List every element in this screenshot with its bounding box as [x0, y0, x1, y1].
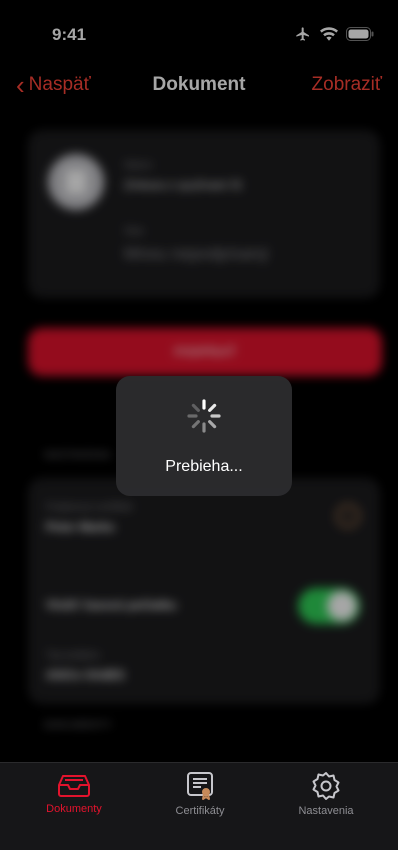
toggle-knob — [327, 591, 357, 621]
status-time: 9:41 — [52, 25, 87, 44]
inbox-tray-icon — [58, 775, 90, 797]
settings-card: Podpisový certifikát Peter Marko i Vloži… — [28, 478, 380, 704]
status-bar: 9:41 — [0, 0, 398, 60]
state-value: Mnou nepodpísaný — [124, 244, 269, 263]
status-icons — [294, 26, 374, 42]
signature-type-label: Typ podpisu — [46, 650, 100, 661]
document-info-card: Názov Zmluva o využívaní IS Stav Mnou ne… — [28, 130, 380, 298]
certificate-label: Podpisový certifikát — [46, 502, 133, 513]
wifi-icon — [320, 27, 338, 41]
sign-button[interactable]: PODPÍSAŤ — [28, 328, 382, 376]
certificate-value[interactable]: Peter Marko — [46, 520, 115, 534]
airplane-icon — [296, 27, 309, 41]
tab-label: Nastavenia — [298, 805, 354, 817]
battery-icon — [346, 27, 374, 41]
navigation-bar: ‹ Naspäť Dokument Zobraziť — [0, 62, 398, 106]
tab-settings[interactable]: Nastavenia — [266, 771, 386, 817]
loading-label: Prebieha... — [165, 458, 243, 475]
tab-bar: Dokumenty Certifikáty Nastavenia — [0, 762, 398, 850]
certificate-icon — [187, 772, 213, 800]
loading-indicator: Prebieha... — [116, 376, 292, 496]
timestamp-toggle[interactable] — [298, 588, 360, 624]
signature-type-value[interactable]: ASiCe XAdES — [46, 668, 125, 682]
spinner-icon — [187, 399, 221, 433]
name-value: Zmluva o využívaní IS — [124, 178, 243, 192]
info-icon[interactable]: i — [336, 504, 360, 528]
state-label: Stav — [124, 226, 145, 237]
gear-icon — [312, 772, 340, 800]
documents-header: DOKUMENTY — [44, 720, 113, 731]
show-button[interactable]: Zobraziť — [312, 74, 382, 96]
settings-header: NASTAVENIA — [44, 450, 111, 461]
tab-documents[interactable]: Dokumenty — [14, 771, 134, 815]
tab-certificates[interactable]: Certifikáty — [140, 771, 260, 817]
tab-label: Dokumenty — [46, 803, 102, 815]
back-label: Naspäť — [28, 74, 91, 95]
document-icon — [48, 154, 104, 210]
tab-label: Certifikáty — [175, 805, 225, 817]
name-label: Názov — [124, 160, 153, 171]
back-button[interactable]: ‹ Naspäť — [16, 72, 91, 98]
timestamp-label: Vložiť časovú pečiatku — [46, 598, 177, 612]
chevron-left-icon: ‹ — [16, 70, 25, 100]
